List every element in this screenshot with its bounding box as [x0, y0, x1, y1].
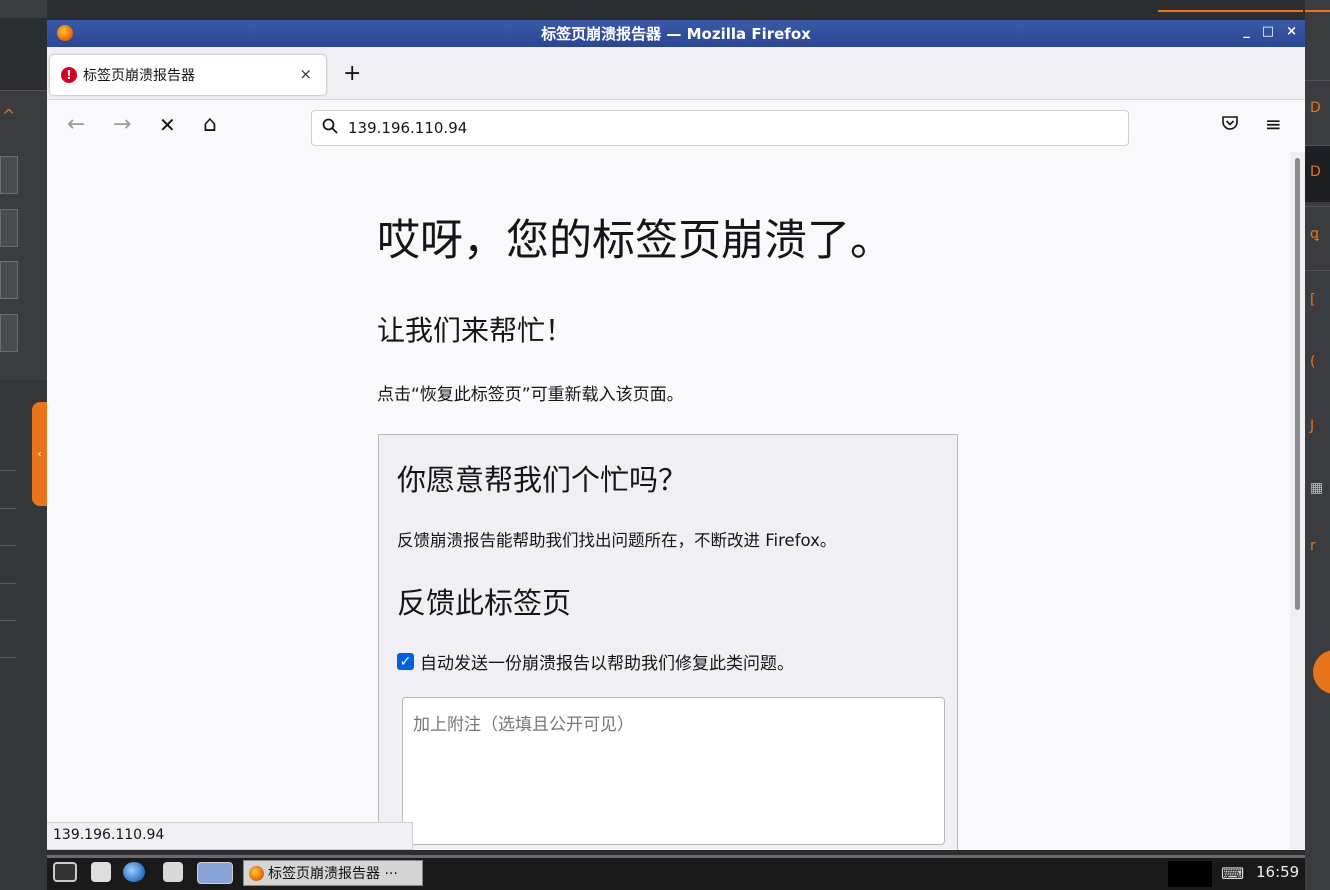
report-description: 反馈崩溃报告能帮助我们找出问题所在，不断改进 Firefox。 — [397, 531, 837, 550]
forward-button[interactable]: → — [113, 112, 131, 138]
document-icon[interactable]: D — [1310, 100, 1330, 116]
crash-report-panel: 你愿意帮我们个忙吗？ 反馈崩溃报告能帮助我们找出问题所在，不断改进 Firefo… — [378, 434, 958, 850]
host-top-block — [0, 18, 47, 91]
tab-crash-reporter[interactable]: ! 标签页崩溃报告器 × — [50, 55, 326, 95]
host-panel-button[interactable] — [0, 156, 18, 194]
back-button[interactable]: ← — [67, 112, 85, 138]
clock: 16:59 — [1256, 863, 1300, 881]
restore-instruction: 点击“恢复此标签页”可重新载入该页面。 — [377, 385, 684, 405]
close-window-button[interactable]: × — [1286, 24, 1297, 39]
tab-strip: ! 标签页崩溃报告器 × + — [47, 47, 1305, 100]
home-button[interactable]: ⌂ — [203, 112, 217, 138]
comment-field[interactable]: 加上附注（选填且公开可见） — [402, 697, 945, 845]
address-bar[interactable]: 139.196.110.94 — [311, 110, 1129, 146]
taskbar-firefox-task[interactable]: 标签页崩溃报告器 ··· — [243, 860, 423, 886]
divider — [0, 470, 16, 471]
minimize-button[interactable]: _ — [1243, 24, 1250, 39]
tab-label: 标签页崩溃报告器 — [83, 68, 195, 84]
new-tab-button[interactable]: + — [343, 63, 361, 85]
taskbar-border — [47, 855, 1305, 858]
app-menu-button[interactable]: ≡ — [1265, 112, 1282, 136]
host-panel-button[interactable] — [0, 209, 18, 247]
clock-icon[interactable]: ( — [1310, 354, 1330, 370]
help-request-heading: 你愿意帮我们个忙吗？ — [397, 463, 688, 497]
divider — [0, 657, 16, 658]
warning-icon: ! — [61, 67, 77, 83]
report-tab-heading: 反馈此标签页 — [397, 586, 572, 620]
maximize-button[interactable]: □ — [1262, 24, 1274, 39]
firefox-icon — [249, 865, 264, 881]
menu-launcher-icon[interactable] — [53, 862, 77, 882]
page-title: 哎呀，您的标签页崩溃了。 — [377, 216, 893, 266]
host-panel-button[interactable] — [0, 261, 18, 299]
vertical-scrollbar[interactable] — [1290, 152, 1305, 850]
host-panel-button[interactable] — [0, 314, 18, 352]
page-content: 哎呀，您的标签页崩溃了。 让我们来帮忙！ 点击“恢复此标签页”可重新载入该页面。… — [47, 152, 1305, 850]
divider — [0, 583, 16, 584]
floating-action-button[interactable] — [1313, 650, 1330, 694]
network-icon[interactable]: ꝗ — [1310, 226, 1330, 242]
tray-indicator — [1168, 861, 1212, 887]
chevron-up-icon[interactable]: ^ — [2, 108, 15, 124]
navigation-bar: ← → ✕ ⌂ 139.196.110.94 ≡ — [47, 100, 1305, 153]
chevron-left-icon: ‹ — [37, 448, 42, 460]
firefox-launcher-icon[interactable] — [197, 862, 233, 884]
branch-icon[interactable]: r — [1310, 538, 1330, 554]
divider — [0, 620, 16, 621]
scrollbar-thumb[interactable] — [1295, 158, 1300, 610]
title-bar: 标签页崩溃报告器 — Mozilla Firefox _ □ × — [47, 20, 1305, 47]
keyboard-icon[interactable]: ⌨ — [1221, 864, 1244, 883]
divider — [1305, 270, 1330, 271]
firefox-icon — [57, 25, 73, 41]
status-url-panel: 139.196.110.94 — [47, 822, 413, 850]
search-icon — [322, 118, 338, 138]
check-icon[interactable]: J — [1310, 418, 1330, 434]
divider — [0, 508, 16, 509]
help-heading: 让我们来帮忙！ — [377, 314, 574, 347]
auto-submit-checkbox[interactable]: ✓ — [397, 653, 414, 670]
collapse-handle[interactable]: ‹ — [32, 402, 47, 506]
divider — [1305, 80, 1330, 81]
host-accent-line — [1158, 10, 1303, 12]
auto-submit-label: 自动发送一份崩溃报告以帮助我们修复此类问题。 — [420, 654, 794, 674]
firefox-window: 标签页崩溃报告器 — Mozilla Firefox _ □ × ! 标签页崩溃… — [47, 20, 1305, 850]
file-icon[interactable]: [ — [1310, 292, 1330, 308]
host-accent — [1305, 0, 1330, 12]
url-text[interactable]: 139.196.110.94 — [348, 119, 467, 137]
divider — [1305, 206, 1330, 207]
grid-icon[interactable]: ▦ — [1310, 480, 1330, 496]
auto-submit-option[interactable]: ✓ 自动发送一份崩溃报告以帮助我们修复此类问题。 — [397, 649, 794, 674]
taskbar: 标签页崩溃报告器 ··· ⌨ 16:59 — [47, 855, 1305, 890]
document-icon[interactable]: D — [1310, 164, 1330, 180]
window-title: 标签页崩溃报告器 — Mozilla Firefox — [541, 25, 811, 43]
pocket-icon[interactable] — [1221, 114, 1239, 137]
divider — [0, 545, 16, 546]
globe-icon[interactable] — [123, 862, 145, 882]
host-right-panel: D D ꝗ [ ( J ▦ r — [1305, 0, 1330, 890]
close-tab-button[interactable]: × — [299, 65, 312, 83]
taskbar-task-label: 标签页崩溃报告器 ··· — [268, 866, 398, 882]
window-controls: _ □ × — [1243, 24, 1297, 39]
stop-button[interactable]: ✕ — [159, 112, 176, 138]
terminal-icon[interactable] — [91, 862, 111, 882]
window-switcher-icon[interactable] — [163, 862, 183, 882]
host-left-panel: ^ ‹ — [0, 0, 47, 890]
